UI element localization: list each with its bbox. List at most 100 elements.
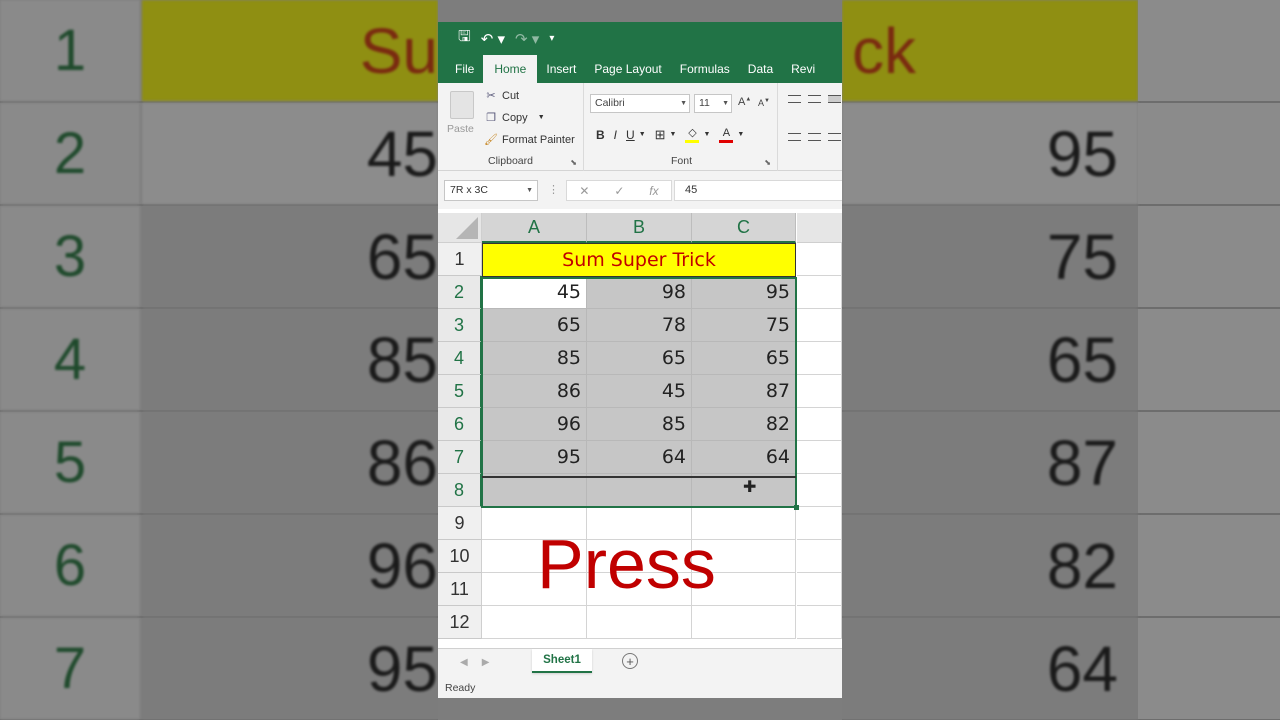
copy-button[interactable]: ❐ Copy ▼: [484, 111, 545, 125]
dialog-launcher-icon[interactable]: ⬊: [570, 158, 577, 167]
save-icon[interactable]: 🖫: [458, 26, 471, 51]
dialog-launcher-icon[interactable]: ⬊: [764, 158, 771, 167]
cell[interactable]: [797, 474, 842, 507]
cut-button[interactable]: ✂ Cut: [484, 89, 519, 103]
cell[interactable]: 95: [482, 441, 587, 474]
paste-button[interactable]: Paste: [447, 123, 474, 135]
cell[interactable]: 98: [587, 276, 692, 309]
row-header-9[interactable]: 9: [438, 507, 482, 540]
row-header-8[interactable]: 8: [438, 474, 482, 507]
chevron-down-icon[interactable]: ▼: [737, 131, 744, 138]
align-right-icon[interactable]: [828, 133, 841, 141]
format-painter-button[interactable]: 🖌 Format Painter: [484, 133, 575, 147]
cell[interactable]: [797, 573, 842, 606]
align-top-icon[interactable]: [788, 95, 801, 103]
row-header-5[interactable]: 5: [438, 375, 482, 408]
cell[interactable]: [797, 342, 842, 375]
chevron-down-icon[interactable]: ▼: [639, 131, 646, 138]
paste-icon[interactable]: [450, 91, 474, 119]
row-header-4[interactable]: 4: [438, 342, 482, 375]
formula-input[interactable]: 45: [674, 180, 842, 201]
cell[interactable]: [482, 474, 587, 507]
tab-review[interactable]: Revi: [782, 62, 824, 83]
select-all-button[interactable]: [438, 213, 482, 243]
cell[interactable]: [587, 606, 692, 639]
add-sheet-button[interactable]: +: [622, 653, 638, 669]
font-name-select[interactable]: Calibri ▼: [590, 94, 690, 113]
column-header-c[interactable]: C: [692, 213, 796, 243]
tab-insert[interactable]: Insert: [537, 62, 585, 83]
cell[interactable]: 64: [692, 441, 796, 474]
cell[interactable]: 75: [692, 309, 796, 342]
cell[interactable]: [797, 408, 842, 441]
cell[interactable]: [797, 309, 842, 342]
tab-formulas[interactable]: Formulas: [671, 62, 739, 83]
column-header-a[interactable]: A: [482, 213, 587, 243]
cell[interactable]: 65: [482, 309, 587, 342]
cell[interactable]: [797, 540, 842, 573]
cell[interactable]: [797, 606, 842, 639]
enter-icon[interactable]: ✓: [614, 184, 624, 198]
cell[interactable]: [797, 276, 842, 309]
cell[interactable]: [797, 243, 842, 276]
bold-button[interactable]: B: [596, 128, 605, 142]
tab-data[interactable]: Data: [739, 62, 782, 83]
cell[interactable]: 45: [482, 276, 587, 309]
row-header-10[interactable]: 10: [438, 540, 482, 573]
cell[interactable]: 87: [692, 375, 796, 408]
cell[interactable]: 65: [692, 342, 796, 375]
chevron-down-icon[interactable]: ▼: [670, 131, 677, 138]
align-left-icon[interactable]: [788, 133, 801, 141]
align-bottom-icon[interactable]: [828, 95, 841, 103]
sheet-tab-sheet1[interactable]: Sheet1: [532, 649, 592, 673]
cell[interactable]: 85: [587, 408, 692, 441]
worksheet-grid[interactable]: A B C 1 2 45 98 95 3 65 78 75 4 85 65 65 5 86 45 87 6 96 85 82 7…: [438, 213, 842, 648]
chevron-down-icon[interactable]: ▼: [703, 131, 710, 138]
insert-function-icon[interactable]: fx: [649, 184, 658, 198]
cell[interactable]: 65: [587, 342, 692, 375]
shrink-font-icon[interactable]: A▼: [758, 98, 770, 108]
row-header-1[interactable]: 1: [438, 243, 482, 276]
formula-bar-splitter-icon[interactable]: ⋮: [548, 183, 559, 196]
borders-icon[interactable]: ⊞: [655, 127, 666, 143]
italic-button[interactable]: I: [614, 128, 617, 142]
row-header-3[interactable]: 3: [438, 309, 482, 342]
cell[interactable]: 86: [482, 375, 587, 408]
font-size-select[interactable]: 11 ▼: [694, 94, 732, 113]
row-header-6[interactable]: 6: [438, 408, 482, 441]
undo-icon[interactable]: ↶ ▾: [481, 30, 505, 48]
fill-color-icon[interactable]: ◇: [685, 126, 700, 143]
sheet-nav-icon[interactable]: ◀▶: [460, 657, 503, 668]
cell[interactable]: [587, 474, 692, 507]
column-header-d[interactable]: [797, 213, 842, 243]
cell[interactable]: [797, 507, 842, 540]
cell[interactable]: [797, 441, 842, 474]
font-color-icon[interactable]: A: [719, 127, 734, 143]
underline-button[interactable]: U: [626, 128, 635, 142]
cell[interactable]: 96: [482, 408, 587, 441]
tab-home[interactable]: Home: [483, 55, 538, 83]
align-middle-icon[interactable]: [808, 95, 821, 103]
name-box[interactable]: 7R x 3C ▼: [444, 180, 538, 201]
cell[interactable]: 78: [587, 309, 692, 342]
redo-icon[interactable]: ↷ ▾: [515, 30, 539, 48]
grow-font-icon[interactable]: A▲: [738, 96, 751, 108]
cell[interactable]: 85: [482, 342, 587, 375]
cell[interactable]: [692, 606, 796, 639]
tab-page-layout[interactable]: Page Layout: [585, 62, 670, 83]
row-header-12[interactable]: 12: [438, 606, 482, 639]
tab-file[interactable]: File: [446, 62, 483, 83]
row-header-7[interactable]: 7: [438, 441, 482, 474]
cell[interactable]: 82: [692, 408, 796, 441]
cell[interactable]: 64: [587, 441, 692, 474]
cell[interactable]: 45: [587, 375, 692, 408]
cell[interactable]: 95: [692, 276, 796, 309]
customize-icon[interactable]: ▾: [549, 33, 554, 44]
row-header-2[interactable]: 2: [438, 276, 482, 309]
cell[interactable]: [797, 375, 842, 408]
cell[interactable]: [482, 606, 587, 639]
row-header-11[interactable]: 11: [438, 573, 482, 606]
cancel-icon[interactable]: ✕: [579, 184, 589, 198]
align-center-icon[interactable]: [808, 133, 821, 141]
fill-handle[interactable]: [794, 505, 799, 510]
